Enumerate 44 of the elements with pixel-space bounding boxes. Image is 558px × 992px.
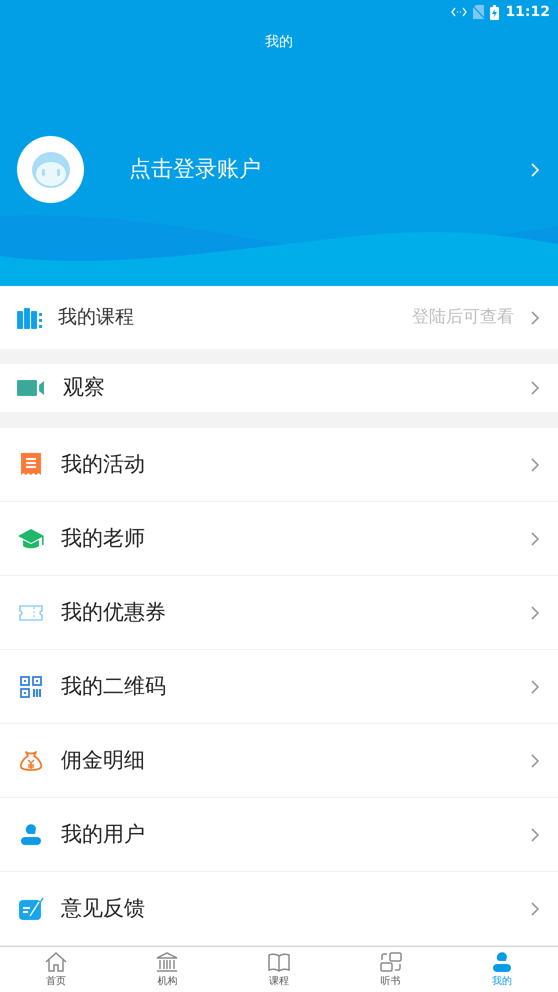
chevron-right-icon xyxy=(530,162,540,178)
robot-face-icon xyxy=(30,150,70,188)
page-title: 我的 xyxy=(265,32,293,52)
status-time: 11:12 xyxy=(505,2,550,22)
login-hint: 登陆后可查看 xyxy=(412,306,514,329)
home-icon xyxy=(44,950,68,972)
menu-row[interactable]: 我的二维码 xyxy=(0,650,558,724)
chevron-right-icon xyxy=(530,604,540,620)
chevron-right-icon xyxy=(530,900,540,916)
chevron-right-icon xyxy=(530,380,540,396)
bank-icon xyxy=(155,950,180,972)
books-icon xyxy=(17,306,43,328)
battery-charging-icon xyxy=(490,4,500,20)
swap-cards-icon xyxy=(378,950,403,972)
chevron-right-icon xyxy=(530,752,540,768)
chevron-right-icon xyxy=(530,310,540,326)
menu-label: 意见反馈 xyxy=(61,894,145,922)
menu-row[interactable]: 观察 xyxy=(0,364,558,412)
data-transfer-icon xyxy=(451,7,468,17)
chevron-right-icon xyxy=(530,530,540,546)
menu-label: 我的课程 xyxy=(58,305,134,330)
menu-label: 我的优惠券 xyxy=(61,598,166,626)
video-camera-icon xyxy=(17,379,45,397)
tab[interactable]: 课程 xyxy=(223,947,335,992)
chevron-right-icon xyxy=(530,678,540,694)
chevron-right-icon xyxy=(530,826,540,842)
tab[interactable]: 首页 xyxy=(0,947,112,992)
menu-row[interactable]: 我的课程 登陆后可查看 xyxy=(0,286,558,349)
menu-label: 我的活动 xyxy=(61,450,145,478)
tab[interactable]: 机构 xyxy=(112,947,224,992)
menu-row[interactable]: 我的优惠券 xyxy=(0,576,558,650)
menu-label: 佣金明细 xyxy=(61,746,145,774)
menu-row[interactable]: 佣金明细 xyxy=(0,724,558,798)
chevron-right-icon xyxy=(530,456,540,472)
tab[interactable]: 听书 xyxy=(334,947,446,992)
menu-row[interactable]: 我的老师 xyxy=(0,502,558,576)
menu-label: 我的二维码 xyxy=(61,672,166,700)
menu-label: 我的老师 xyxy=(61,524,145,552)
menu-label: 观察 xyxy=(63,374,105,402)
book-icon xyxy=(266,950,291,972)
menu-row[interactable]: 我的用户 xyxy=(0,798,558,872)
menu-row[interactable]: 我的活动 xyxy=(0,428,558,502)
no-sim-icon xyxy=(473,5,484,19)
menu-label: 我的用户 xyxy=(61,820,145,848)
